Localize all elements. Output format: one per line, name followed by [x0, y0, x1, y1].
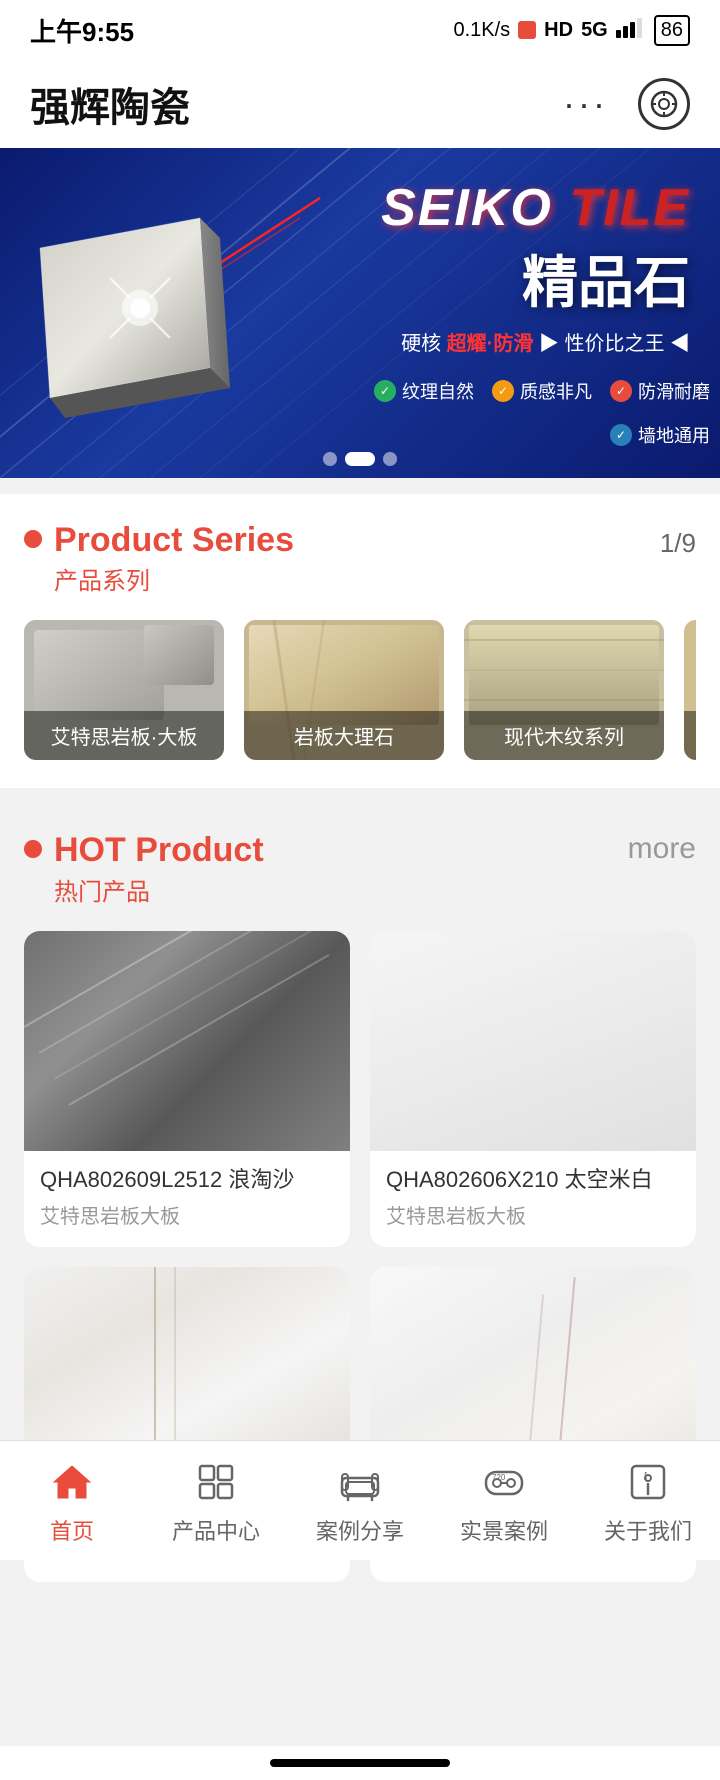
product-series-section: Product Series 产品系列 1/9: [0, 494, 720, 788]
nav-about[interactable]: i 关于我们: [576, 1456, 720, 1546]
feature-4: ✓ 墙地通用: [610, 422, 710, 448]
status-bar: 上午9:55 0.1K/s HD 5G 86: [0, 0, 720, 60]
about-icon: i: [622, 1456, 674, 1508]
bottom-indicator: [0, 1746, 720, 1780]
battery-icon: 86: [654, 15, 690, 46]
banner-features: ✓ 纹理自然 ✓ 质感非凡 ✓ 防滑耐磨 ✓ 墙地通用: [270, 378, 710, 448]
series-label-3: 现代木纹系列: [464, 711, 664, 760]
more-options-button[interactable]: ···: [563, 83, 608, 125]
banner-dot-2[interactable]: [345, 452, 375, 466]
banner-title-cn: 精品石: [381, 238, 690, 319]
nav-case[interactable]: 案例分享: [288, 1456, 432, 1546]
series-pagination: 1/9: [660, 528, 696, 559]
signal-icon: [616, 16, 646, 44]
nav-product-label: 产品中心: [172, 1514, 260, 1546]
banner-dot-3[interactable]: [383, 452, 397, 466]
nav-home[interactable]: 首页: [0, 1456, 144, 1546]
product-info-2: QHA802606X210 太空米白 艾特思岩板大板: [370, 1151, 696, 1247]
status-icons: 0.1K/s HD 5G 86: [453, 15, 690, 46]
home-indicator-bar: [270, 1759, 450, 1767]
product-icon: [190, 1456, 242, 1508]
nav-about-label: 关于我们: [604, 1514, 692, 1546]
series-item-3[interactable]: 现代木纹系列: [464, 620, 664, 760]
home-icon: [46, 1456, 98, 1508]
nav-vr[interactable]: 720 实景案例: [432, 1456, 576, 1546]
hot-bullet-dot: [24, 840, 42, 858]
series-item-2[interactable]: 岩板大理石: [244, 620, 444, 760]
product-code-1: QHA802609L2512 浪淘沙: [40, 1165, 334, 1196]
status-time: 上午9:55: [30, 12, 134, 49]
svg-text:720: 720: [492, 1473, 506, 1482]
product-series-title-en: Product Series: [54, 522, 294, 559]
banner-dots: [323, 452, 397, 466]
product-series-2: 艾特思岩板大板: [386, 1200, 680, 1229]
5g-icon: 5G: [581, 19, 608, 42]
hot-product-title-block: HOT Product 热门产品: [24, 832, 264, 906]
series-item-1[interactable]: 艾特思岩板·大板: [24, 620, 224, 760]
vr-icon: 720: [478, 1456, 530, 1508]
tile-svg: [10, 168, 230, 418]
feature-3: ✓ 防滑耐磨: [610, 378, 710, 404]
product-card-2[interactable]: QHA802606X210 太空米白 艾特思岩板大板: [370, 931, 696, 1247]
product-series-title-cn: 产品系列: [54, 561, 294, 596]
nav-case-label: 案例分享: [316, 1514, 404, 1546]
banner-tile-image: [10, 168, 230, 423]
product-card-1[interactable]: QHA802609L2512 浪淘沙 艾特思岩板大板: [24, 931, 350, 1247]
product-info-1: QHA802609L2512 浪淘沙 艾特思岩板大板: [24, 1151, 350, 1247]
series-label-2: 岩板大理石: [244, 711, 444, 760]
app-title: 强辉陶瓷: [30, 75, 190, 133]
status-badge: [518, 21, 536, 39]
hd-icon: HD: [544, 19, 573, 42]
banner-title-en: SEIKO TILE: [381, 178, 690, 238]
nav-actions: ···: [563, 78, 690, 130]
banner-text-block: SEIKO TILE 精品石 硬核 超耀·防滑 ▶ 性价比之王 ◀: [381, 178, 690, 356]
banner-subtitle: 硬核 超耀·防滑 ▶ 性价比之王 ◀: [381, 327, 690, 356]
feature-2: ✓ 质感非凡: [492, 378, 592, 404]
series-label-1: 艾特思岩板·大板: [24, 711, 224, 760]
product-code-2: QHA802606X210 太空米白: [386, 1165, 680, 1196]
feature-1: ✓ 纹理自然: [374, 378, 474, 404]
nav-vr-label: 实景案例: [460, 1514, 548, 1546]
product-image-1: [24, 931, 350, 1151]
hot-product-header: HOT Product 热门产品 more: [24, 832, 696, 906]
hot-product-title-en: HOT Product: [54, 832, 264, 869]
network-speed: 0.1K/s: [453, 19, 510, 42]
product-series-title-block: Product Series 产品系列: [24, 522, 294, 596]
hot-product-more[interactable]: more: [628, 832, 696, 866]
bullet-dot: [24, 530, 42, 548]
case-icon: [334, 1456, 386, 1508]
nav-product[interactable]: 产品中心: [144, 1456, 288, 1546]
top-nav: 强辉陶瓷 ···: [0, 60, 720, 148]
product-image-2: [370, 931, 696, 1151]
product-series-1: 艾特思岩板大板: [40, 1200, 334, 1229]
series-item-4[interactable]: 更多系列: [684, 620, 696, 760]
banner: SEIKO TILE 精品石 硬核 超耀·防滑 ▶ 性价比之王 ◀ ✓ 纹理自然…: [0, 148, 720, 478]
scan-button[interactable]: [638, 78, 690, 130]
product-series-scroll[interactable]: 艾特思岩板·大板 岩板大理石: [24, 620, 696, 760]
product-series-header: Product Series 产品系列 1/9: [24, 522, 696, 596]
banner-dot-1[interactable]: [323, 452, 337, 466]
series-label-4: 更多系列: [684, 711, 696, 760]
nav-home-label: 首页: [50, 1514, 94, 1546]
bottom-nav: 首页 产品中心 案例分享: [0, 1440, 720, 1560]
hot-product-title-cn: 热门产品: [54, 872, 264, 907]
